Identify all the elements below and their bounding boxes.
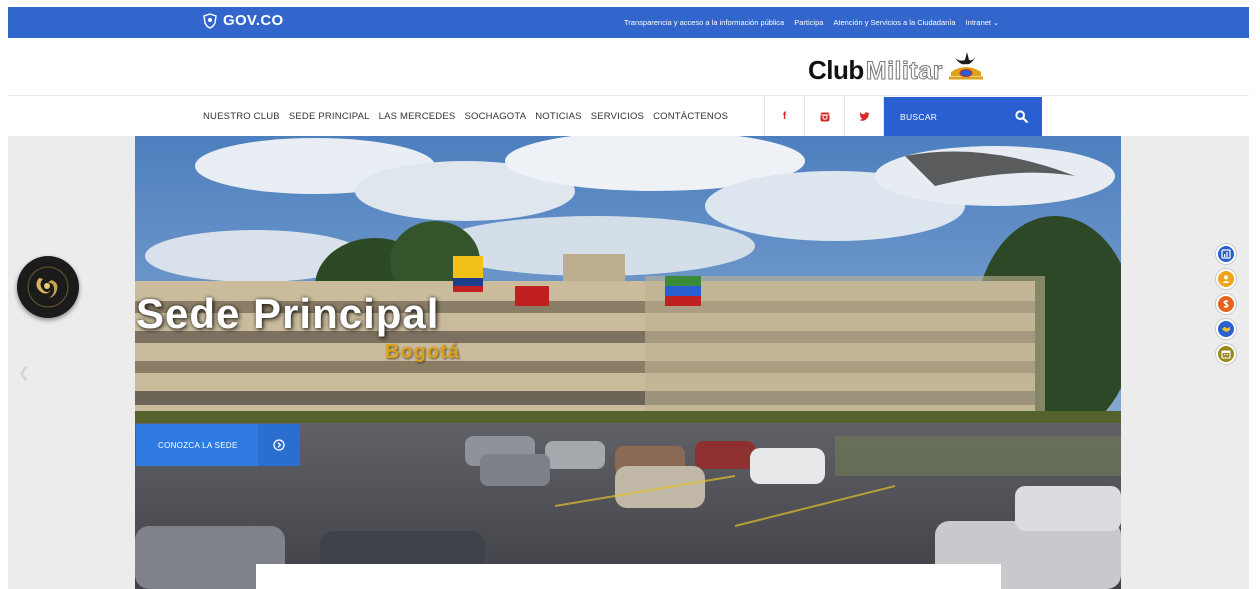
gold-monogram-icon [27,266,69,308]
logo-militar-text: Militar [865,57,943,86]
quick-access-icons [1216,244,1236,364]
hero-title: Sede Principal [136,290,440,337]
calendar-icon[interactable] [1216,344,1236,364]
nav-item-servicios[interactable]: SERVICIOS [591,111,644,122]
chevron-down-icon: ⌄ [993,20,999,27]
gov-link-transparencia[interactable]: Transparencia y acceso a la información … [624,18,784,27]
hero-subtitle: Bogotá [385,341,460,363]
user-icon[interactable] [1216,269,1236,289]
dollar-icon[interactable] [1216,294,1236,314]
twitter-link[interactable] [844,97,884,136]
nav-item-contactenos[interactable]: CONTÁCTENOS [653,111,728,122]
twitter-icon [858,112,869,121]
nav-menu: NUESTRO CLUB SEDE PRINCIPAL LAS MERCEDES… [203,97,728,136]
colombia-shield-icon [203,12,217,29]
main-nav: NUESTRO CLUB SEDE PRINCIPAL LAS MERCEDES… [8,97,1249,136]
club-militar-logo[interactable]: Club Militar [808,46,987,86]
facebook-link[interactable]: f [764,97,804,136]
content-panel [256,564,1001,589]
gov-link-participa[interactable]: Participa [794,18,823,27]
instagram-icon [820,112,829,121]
hero-carousel: ❮ Sede Principal Bogotá CONOZCA LA SEDE [8,136,1249,589]
gov-link-intranet[interactable]: Intranet ⌄ [966,18,999,27]
gov-top-bar: GOV.CO Transparencia y acceso a la infor… [8,7,1249,38]
gov-brand-text: GOV.CO [223,12,284,29]
search-bar[interactable]: BUSCAR [884,97,1042,136]
nav-item-sochagota[interactable]: SOCHAGOTA [464,111,526,122]
gov-logo[interactable]: GOV.CO [203,12,283,29]
conozca-la-sede-label: CONOZCA LA SEDE [158,440,238,450]
search-icon[interactable] [1015,110,1028,123]
carousel-prev-arrow-icon[interactable]: ❮ [18,364,30,381]
facebook-icon: f [782,111,787,122]
logo-header: Club Militar [8,38,1249,96]
page: GOV.CO Transparencia y acceso a la infor… [0,0,1260,589]
chart-icon[interactable] [1216,244,1236,264]
nav-item-nuestro-club[interactable]: NUESTRO CLUB [203,111,280,122]
nav-item-sede-principal[interactable]: SEDE PRINCIPAL [289,111,370,122]
gov-link-atencion[interactable]: Atención y Servicios a la Ciudadanía [833,18,955,27]
hero-photo-illustration [135,136,1121,589]
eagle-emblem-icon [948,52,983,80]
logo-club-text: Club [808,55,864,85]
nav-item-noticias[interactable]: NOTICIAS [535,111,581,122]
gov-links: Transparencia y acceso a la información … [624,7,999,38]
handshake-icon[interactable] [1216,319,1236,339]
conozca-la-sede-button[interactable]: CONOZCA LA SEDE [136,424,300,466]
gov-link-intranet-label: Intranet [965,18,992,27]
arrow-circle-right-icon [258,424,300,466]
instagram-link[interactable] [804,97,844,136]
search-label: BUSCAR [900,111,938,122]
hero-photo [135,136,1121,589]
nav-item-las-mercedes[interactable]: LAS MERCEDES [379,111,456,122]
floating-club-logo[interactable] [17,256,79,318]
